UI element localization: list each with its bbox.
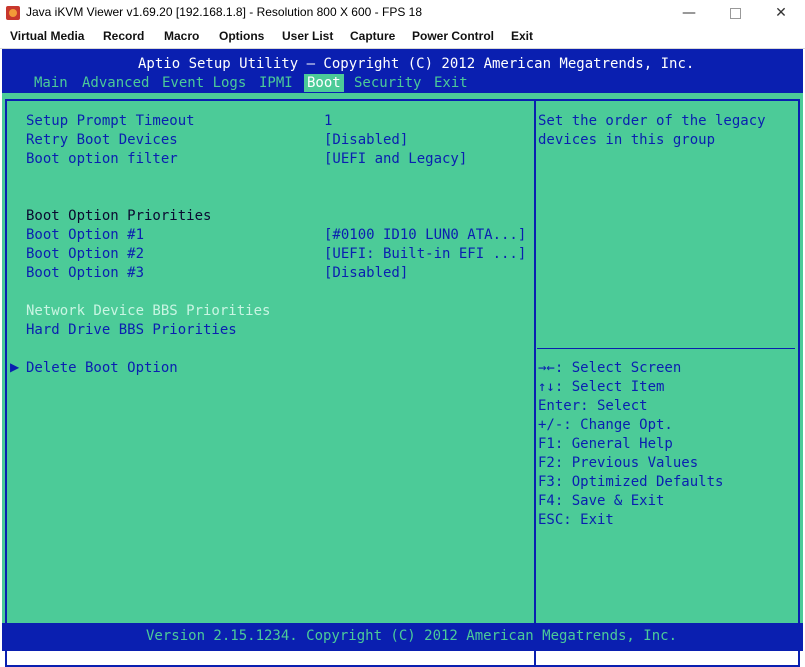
menu-capture[interactable]: Capture (350, 29, 395, 43)
menu-macro[interactable]: Macro (164, 29, 199, 43)
key-help-f1: F1: General Help (538, 436, 673, 452)
retry-boot-devices-value[interactable]: [Disabled] (324, 132, 408, 148)
menu-options[interactable]: Options (219, 29, 264, 43)
delete-boot-option[interactable]: Delete Boot Option (26, 360, 178, 376)
menu-record[interactable]: Record (103, 29, 144, 43)
close-button[interactable]: ✕ (758, 0, 804, 26)
key-help-f3: F3: Optimized Defaults (538, 474, 724, 490)
key-help-esc: ESC: Exit (538, 512, 614, 528)
bios-footer: Version 2.15.1234. Copyright (C) 2012 Am… (2, 623, 803, 651)
boot-option-2-label[interactable]: Boot Option #2 (26, 246, 144, 262)
tab-ipmi[interactable]: IPMI (259, 75, 293, 91)
menu-exit[interactable]: Exit (511, 29, 533, 43)
hard-drive-bbs-priorities[interactable]: Hard Drive BBS Priorities (26, 322, 237, 338)
menu-bar: Virtual Media Record Macro Options User … (0, 26, 805, 49)
setup-prompt-timeout-value[interactable]: 1 (324, 113, 332, 129)
boot-option-filter-label[interactable]: Boot option filter (26, 151, 178, 167)
retry-boot-devices-label[interactable]: Retry Boot Devices (26, 132, 178, 148)
maximize-icon (729, 7, 741, 19)
menu-user-list[interactable]: User List (282, 29, 333, 43)
tab-exit[interactable]: Exit (434, 75, 468, 91)
boot-option-1-value[interactable]: [#0100 ID10 LUN0 ATA...] (324, 227, 526, 243)
key-help-select-screen: →←: Select Screen (538, 360, 682, 376)
tab-security[interactable]: Security (354, 75, 421, 91)
boot-option-priorities-heading: Boot Option Priorities (26, 208, 212, 224)
version-text: Version 2.15.1234. Copyright (C) 2012 Am… (146, 628, 678, 644)
boot-option-2-value[interactable]: [UEFI: Built-in EFI ...] (324, 246, 526, 262)
key-help-select-item: ↑↓: Select Item (538, 379, 665, 395)
settings-panel (5, 99, 536, 667)
help-divider (537, 348, 795, 349)
key-help-f2: F2: Previous Values (538, 455, 699, 471)
key-help-f4: F4: Save & Exit (538, 493, 665, 509)
help-text-line-1: Set the order of the legacy (538, 113, 766, 129)
key-help-change-opt: +/-: Change Opt. (538, 417, 673, 433)
menu-virtual-media[interactable]: Virtual Media (10, 29, 84, 43)
tab-advanced[interactable]: Advanced (82, 75, 149, 91)
network-device-bbs-priorities[interactable]: Network Device BBS Priorities (26, 303, 270, 319)
key-help-enter: Enter: Select (538, 398, 648, 414)
bios-title: Aptio Setup Utility – Copyright (C) 2012… (138, 56, 695, 72)
window-titlebar: Java iKVM Viewer v1.69.20 [192.168.1.8] … (0, 0, 805, 26)
boot-option-3-label[interactable]: Boot Option #3 (26, 265, 144, 281)
window-title: Java iKVM Viewer v1.69.20 [192.168.1.8] … (26, 5, 423, 19)
submenu-arrow-icon: ▶ (10, 360, 20, 374)
boot-option-1-label[interactable]: Boot Option #1 (26, 227, 144, 243)
tab-main[interactable]: Main (34, 75, 68, 91)
bios-screen: Aptio Setup Utility – Copyright (C) 2012… (2, 49, 803, 667)
setup-prompt-timeout-label[interactable]: Setup Prompt Timeout (26, 113, 195, 129)
java-app-icon (6, 6, 20, 20)
boot-option-3-value[interactable]: [Disabled] (324, 265, 408, 281)
tab-boot[interactable]: Boot (304, 74, 344, 92)
help-text-line-2: devices in this group (538, 132, 716, 148)
bios-header: Aptio Setup Utility – Copyright (C) 2012… (2, 49, 803, 93)
minimize-button[interactable]: — (666, 0, 712, 26)
tab-event-logs[interactable]: Event Logs (162, 75, 246, 91)
boot-option-filter-value[interactable]: [UEFI and Legacy] (324, 151, 467, 167)
menu-power-control[interactable]: Power Control (412, 29, 494, 43)
maximize-button[interactable] (712, 0, 758, 26)
